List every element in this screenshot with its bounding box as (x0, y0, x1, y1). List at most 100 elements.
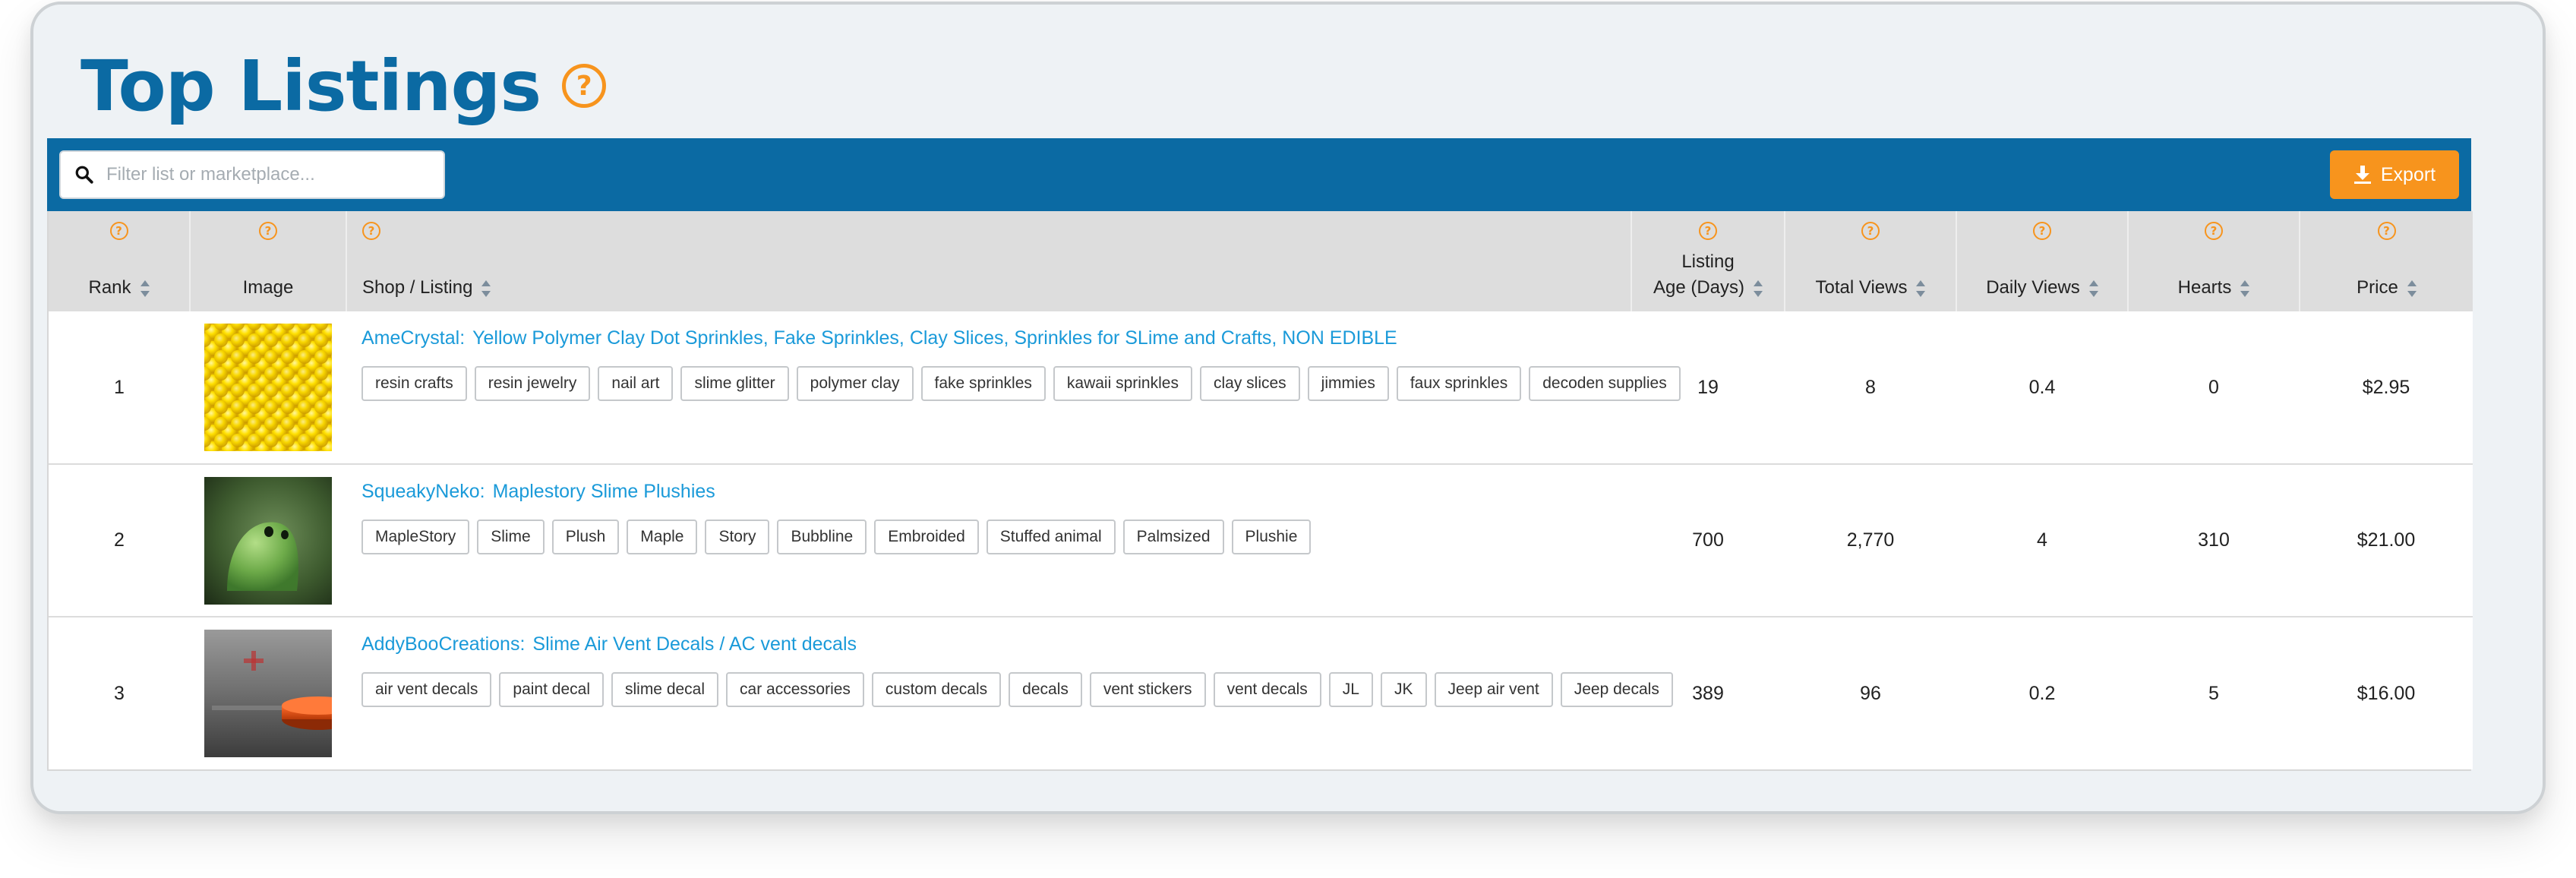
shop-link[interactable]: SqueakyNeko (361, 481, 485, 502)
column-label: Daily Views (1986, 277, 2080, 298)
tag[interactable]: resin crafts (361, 366, 467, 401)
listing-cell: AddyBooCreations Slime Air Vent Decals / … (346, 616, 1673, 769)
total-views-cell: 8 (1865, 376, 1876, 398)
table-frame: ? Rank ? Image ? Shop / Listing ? Listin… (47, 211, 2473, 771)
age-cell: 700 (1631, 463, 1785, 617)
sort-icon[interactable] (1916, 280, 1926, 298)
column-label-line1: Listing (1681, 251, 1735, 272)
help-icon[interactable]: ? (1861, 222, 1880, 240)
image-cell (190, 311, 346, 464)
listings-table: ? Rank ? Image ? Shop / Listing ? Listin… (49, 211, 2473, 769)
tag[interactable]: kawaii sprinkles (1053, 366, 1192, 401)
tag[interactable]: slime glitter (680, 366, 789, 401)
tag[interactable]: faux sprinkles (1396, 366, 1522, 401)
tag[interactable]: custom decals (871, 672, 1002, 707)
tag[interactable]: fake sprinkles (920, 366, 1046, 401)
tag[interactable]: Stuffed animal (986, 520, 1116, 554)
column-header-hearts[interactable]: ? Hearts (2128, 211, 2300, 311)
sort-icon[interactable] (2088, 280, 2098, 298)
daily-views-cell: 0.4 (2028, 376, 2056, 398)
tag[interactable]: Plushie (1231, 520, 1312, 554)
tag-list: air vent decals paint decal slime decal … (361, 672, 1673, 707)
tag[interactable]: car accessories (726, 672, 864, 707)
sort-icon[interactable] (2407, 280, 2417, 298)
sort-icon[interactable] (1754, 280, 1763, 298)
daily-views-cell: 4 (1956, 463, 2128, 617)
tag[interactable]: Plush (551, 520, 620, 554)
tag[interactable]: Jeep decals (1560, 672, 1673, 707)
price-cell: $21.00 (2300, 463, 2473, 617)
tag[interactable]: jimmies (1307, 366, 1389, 401)
listings-panel: Export ? Rank ? Image ? Shop / Listin (47, 138, 2473, 771)
help-icon[interactable]: ? (2205, 222, 2223, 240)
hearts-cell: 310 (2128, 463, 2300, 617)
tag[interactable]: decals (1009, 672, 1082, 707)
tag[interactable]: slime decal (611, 672, 719, 707)
tag[interactable]: decoden supplies (1529, 366, 1681, 401)
yellow-clay-sprinkles-photo[interactable] (204, 324, 332, 451)
tag[interactable]: JL (1328, 672, 1373, 707)
help-icon[interactable]: ? (109, 222, 128, 240)
sort-icon[interactable] (481, 280, 491, 298)
help-icon[interactable]: ? (1699, 222, 1717, 240)
help-icon[interactable]: ? (362, 222, 380, 240)
image-cell (190, 616, 346, 769)
listing-cell: SqueakyNeko Maplestory Slime Plushies Map… (346, 463, 1631, 617)
column-header-rank[interactable]: ? Rank (49, 211, 191, 311)
tag[interactable]: Palmsized (1122, 520, 1224, 554)
tag[interactable]: Jeep air vent (1434, 672, 1553, 707)
tag[interactable]: paint decal (499, 672, 604, 707)
column-header-age[interactable]: ? Listing Age (Days) (1631, 211, 1785, 311)
listing-title-link[interactable]: Yellow Polymer Clay Dot Sprinkles, Fake … (472, 327, 1397, 349)
search-box[interactable] (59, 150, 445, 199)
tag-list: resin crafts resin jewelry nail art slim… (361, 366, 1681, 401)
title-row: Top Listings ? (80, 44, 607, 128)
column-header-total-views[interactable]: ? Total Views (1785, 211, 1957, 311)
search-input[interactable] (106, 164, 433, 185)
listing-title-link[interactable]: Maplestory Slime Plushies (493, 481, 715, 502)
air-vent-decal-photo[interactable] (204, 630, 332, 757)
rank-cell: 1 (114, 376, 125, 398)
tag[interactable]: vent stickers (1089, 672, 1206, 707)
table-row: 2 SqueakyNeko: Maplestory Slime Plushie… (49, 463, 2473, 617)
image-cell (190, 463, 346, 617)
column-label: Hearts (2177, 277, 2232, 298)
header-row: ? Rank ? Image ? Shop / Listing ? Listin… (49, 211, 2473, 311)
tag[interactable]: Embroided (874, 520, 979, 554)
column-label-line2: Age (Days) (1653, 277, 1745, 298)
help-icon[interactable]: ? (2033, 222, 2051, 240)
column-header-daily-views[interactable]: ? Daily Views (1956, 211, 2129, 311)
tag-list: MapleStory Slime Plush Maple Story Bubbl… (361, 520, 1631, 554)
tag[interactable]: air vent decals (361, 672, 492, 707)
tag[interactable]: JK (1380, 672, 1427, 707)
tag[interactable]: nail art (598, 366, 674, 401)
help-icon[interactable]: ? (562, 64, 607, 108)
tag[interactable]: resin jewelry (474, 366, 591, 401)
export-button[interactable]: Export (2330, 150, 2459, 199)
help-icon[interactable]: ? (2377, 222, 2396, 240)
price-cell: $2.95 (2362, 376, 2410, 398)
shop-link[interactable]: AddyBooCreations (361, 633, 525, 655)
total-views-cell: 2,770 (1785, 463, 1956, 617)
tag[interactable]: polymer clay (796, 366, 914, 401)
green-slime-plush-photo[interactable] (204, 476, 332, 605)
help-icon[interactable]: ? (259, 222, 277, 240)
download-icon (2353, 166, 2371, 184)
listing-title-link[interactable]: Slime Air Vent Decals / AC vent decals (532, 633, 857, 655)
shop-link[interactable]: AmeCrystal (361, 327, 465, 349)
rank-cell: 3 (49, 616, 190, 769)
table-row: 1 AmeCrystal: Yellow Polymer Clay Dot S… (49, 311, 2473, 464)
sort-icon[interactable] (2240, 280, 2250, 298)
column-header-price[interactable]: ? Price (2300, 211, 2473, 311)
tag[interactable]: vent decals (1213, 672, 1321, 707)
tag[interactable]: Maple (627, 520, 698, 554)
sort-icon[interactable] (140, 280, 150, 298)
tag[interactable]: MapleStory (361, 520, 470, 554)
tag[interactable]: Story (705, 520, 770, 554)
price-cell: $16.00 (2300, 616, 2473, 769)
tag[interactable]: Bubbline (777, 520, 867, 554)
tag[interactable]: Slime (477, 520, 545, 554)
rank-cell: 2 (49, 463, 190, 617)
tag[interactable]: clay slices (1199, 366, 1300, 401)
column-header-listing[interactable]: ? Shop / Listing (346, 211, 1632, 311)
